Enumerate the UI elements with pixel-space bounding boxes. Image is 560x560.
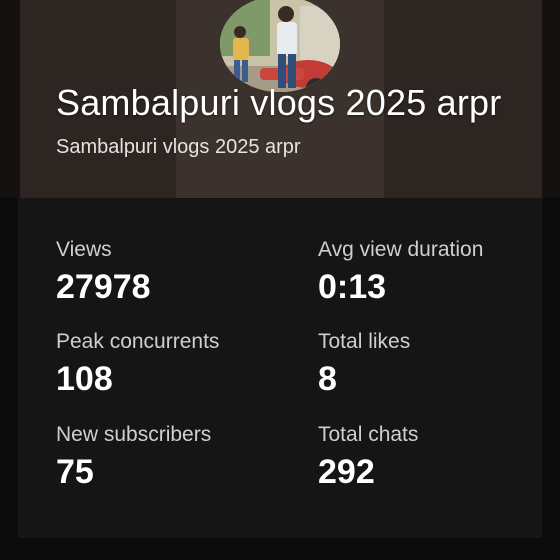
stream-header: Sambalpuri vlogs 2025 arpr Sambalpuri vl… <box>0 0 560 198</box>
stat-total-likes: Total likes 8 <box>318 330 410 399</box>
stat-total-chats: Total chats 292 <box>318 423 418 492</box>
header-backdrop-edge-right <box>542 0 560 198</box>
avatar-photo-icon <box>220 0 340 92</box>
stat-label: Total likes <box>318 330 411 353</box>
stat-peak-concurrents: Peak concurrents 108 <box>56 330 219 399</box>
stat-label: Total chats <box>318 423 419 446</box>
header-backdrop-edge-left <box>0 0 20 198</box>
stream-subtitle: Sambalpuri vlogs 2025 arpr <box>56 136 301 158</box>
stat-label: Avg view duration <box>318 238 484 261</box>
stat-label: Views <box>56 238 112 261</box>
channel-avatar[interactable] <box>220 0 340 92</box>
stat-label: New subscribers <box>56 423 212 446</box>
stat-value: 75 <box>56 453 94 491</box>
stats-card: Views 27978 Avg view duration 0:13 Peak … <box>18 198 542 538</box>
stat-value: 8 <box>318 360 337 398</box>
stream-title: Sambalpuri vlogs 2025 arpr <box>56 82 502 123</box>
stat-value: 108 <box>56 360 113 398</box>
stat-new-subscribers: New subscribers 75 <box>56 423 211 492</box>
stat-label: Peak concurrents <box>56 330 220 353</box>
stat-avg-view-duration: Avg view duration 0:13 <box>318 238 483 307</box>
stat-value: 0:13 <box>318 268 387 306</box>
stat-value: 27978 <box>56 268 151 306</box>
bottom-margin <box>0 538 560 560</box>
stat-views: Views 27978 <box>56 238 151 307</box>
stat-value: 292 <box>318 453 375 491</box>
